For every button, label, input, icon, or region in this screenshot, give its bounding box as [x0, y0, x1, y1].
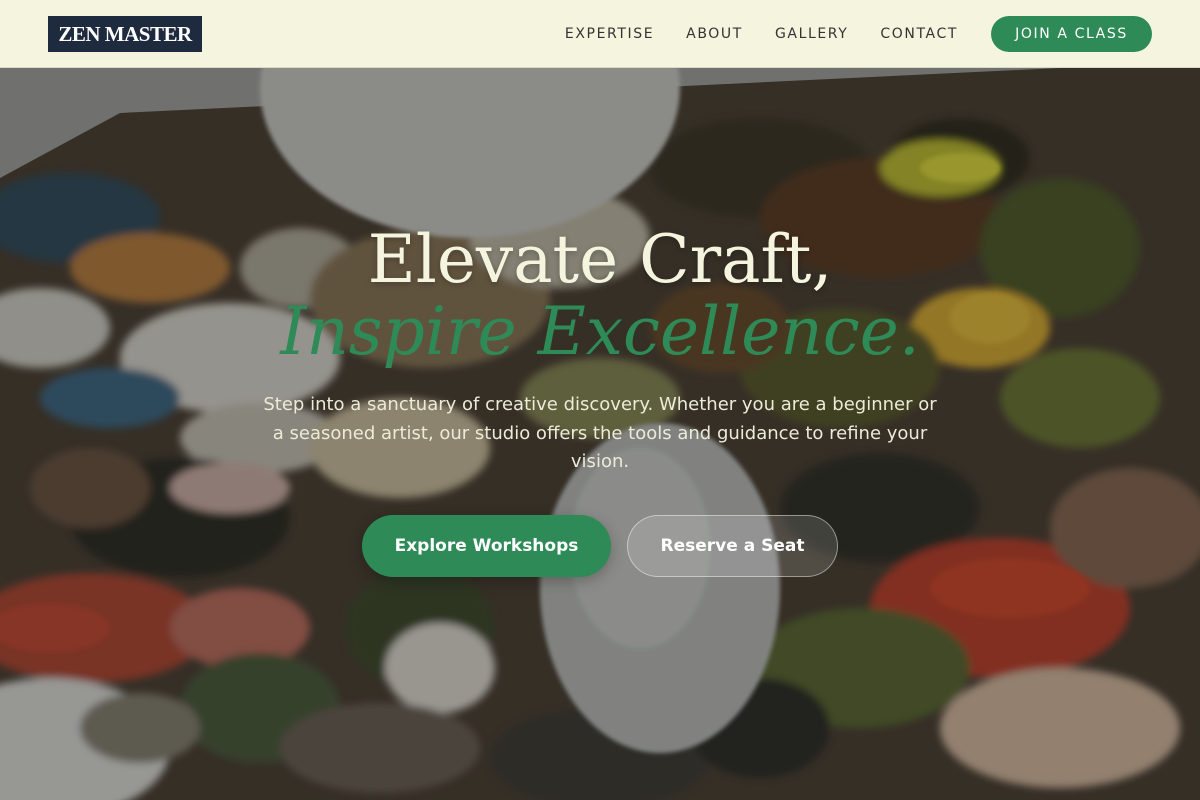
explore-workshops-button[interactable]: Explore Workshops [362, 515, 611, 577]
logo[interactable]: ZEN MASTER [48, 16, 202, 52]
nav-link-expertise[interactable]: EXPERTISE [565, 26, 654, 42]
nav-link-about[interactable]: ABOUT [686, 26, 743, 42]
hero-section: Elevate Craft, Inspire Excellence. Step … [0, 68, 1200, 800]
hero-content: Elevate Craft, Inspire Excellence. Step … [0, 68, 1200, 800]
page: ZEN MASTER EXPERTISE ABOUT GALLERY CONTA… [0, 0, 1200, 800]
site-header: ZEN MASTER EXPERTISE ABOUT GALLERY CONTA… [0, 0, 1200, 68]
hero-title-line-1: Elevate Craft, [367, 221, 833, 298]
reserve-seat-button[interactable]: Reserve a Seat [627, 515, 838, 577]
nav-link-contact[interactable]: CONTACT [880, 26, 958, 42]
hero-subtitle: Step into a sanctuary of creative discov… [263, 394, 937, 472]
nav-link-gallery[interactable]: GALLERY [775, 26, 848, 42]
main-nav: EXPERTISE ABOUT GALLERY CONTACT JOIN A C… [565, 0, 1152, 68]
join-class-button[interactable]: JOIN A CLASS [991, 16, 1152, 52]
hero-title-line-2: Inspire Excellence. [280, 293, 920, 370]
